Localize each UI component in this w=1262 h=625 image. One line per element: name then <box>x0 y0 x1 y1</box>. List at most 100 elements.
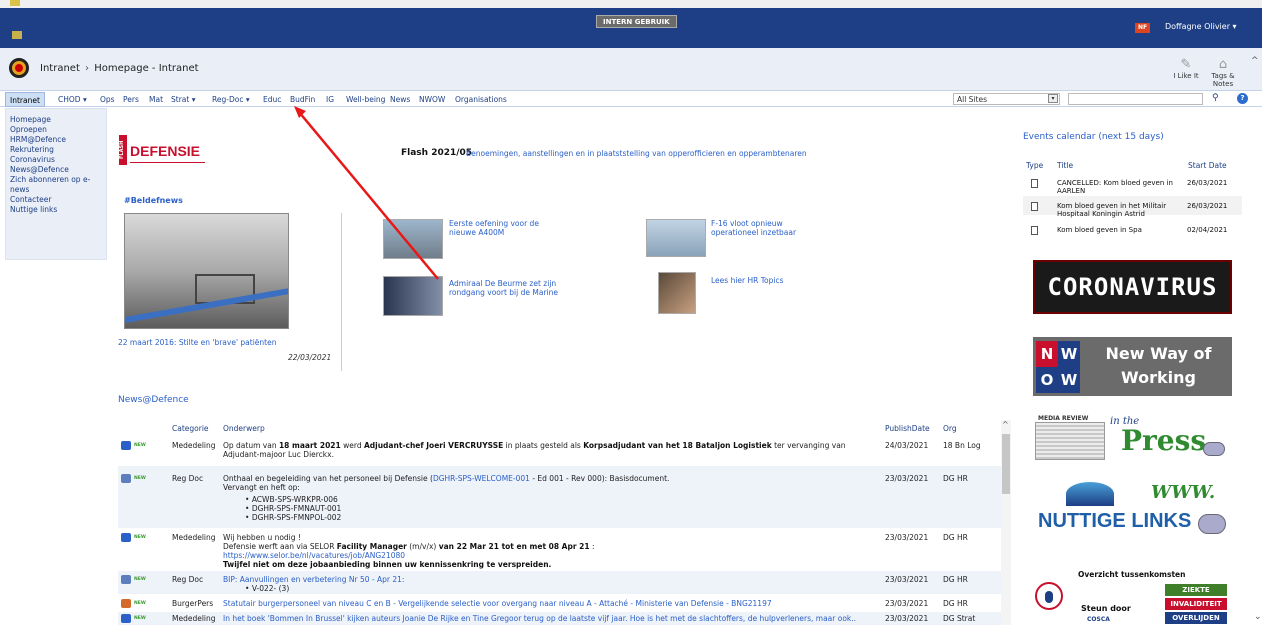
status-flag-icon <box>10 0 20 6</box>
i-like-it-button[interactable]: ✎ I Like It <box>1172 58 1200 81</box>
language-nf-icon[interactable]: NF <box>1135 23 1150 33</box>
tags-notes-button[interactable]: ⌂ Tags & Notes <box>1208 58 1238 89</box>
tab-budfin[interactable]: BudFin <box>290 95 315 104</box>
tab-ops[interactable]: Ops <box>100 95 115 104</box>
feature-news-image[interactable] <box>124 213 289 329</box>
user-menu[interactable]: Doffagne Olivier ▾ <box>1165 22 1237 31</box>
admiral-thumbnail[interactable] <box>383 276 443 316</box>
pill-ziekte[interactable]: ZIEKTE <box>1165 584 1227 596</box>
search-input[interactable] <box>1068 93 1203 105</box>
page-scroll-down-icon[interactable]: ⌄ <box>1254 612 1262 622</box>
breadcrumb-current: Homepage - Intranet <box>94 63 199 74</box>
row-subject[interactable]: Statutair burgerpersoneel van niveau C e… <box>223 599 873 608</box>
tab-ig[interactable]: IG <box>326 95 334 104</box>
quicklaunch-news[interactable]: News@Defence <box>10 165 102 175</box>
flash-link[interactable]: Benoemingen, aanstellingen en in plaatst… <box>466 149 807 158</box>
press-banner[interactable]: MEDIA REVIEW in the Press <box>1035 414 1231 464</box>
mouse-icon <box>1203 442 1225 456</box>
nwow-text: New Way of Working <box>1091 342 1226 390</box>
col-categorie[interactable]: Categorie <box>172 424 209 433</box>
subj-link[interactable]: BIP: Aanvullingen en verbetering Nr 50 -… <box>223 575 404 584</box>
tab-chod[interactable]: CHOD ▾ <box>58 95 87 104</box>
quick-launch: Homepage Oproepen HRM@Defence Rekruterin… <box>5 108 107 260</box>
row-org: DG HR <box>943 575 968 584</box>
quicklaunch-hrm[interactable]: HRM@Defence <box>10 135 102 145</box>
group-icon <box>121 599 131 608</box>
nwow-line-2: Working <box>1121 368 1196 387</box>
coronavirus-banner[interactable]: CORONAVIRUS <box>1033 260 1232 314</box>
event-title-1[interactable]: CANCELLED: Kom bloed geven in AARLEN <box>1057 179 1177 195</box>
col-onderwerp[interactable]: Onderwerp <box>223 424 265 433</box>
quicklaunch-contact[interactable]: Contacteer <box>10 195 102 205</box>
scroll-up-icon[interactable]: ^ <box>1002 420 1009 429</box>
col-publishdate[interactable]: PublishDate <box>885 424 930 433</box>
tab-strat[interactable]: Strat ▾ <box>171 95 195 104</box>
nuttige-links-banner[interactable]: WWW. NUTTIGE LINKS <box>1038 478 1230 540</box>
a400m-thumbnail[interactable] <box>383 219 443 259</box>
hr-topics-thumbnail[interactable] <box>658 272 696 314</box>
tab-pers[interactable]: Pers <box>123 95 139 104</box>
events-col-title[interactable]: Title <box>1057 161 1073 170</box>
subj-link[interactable]: https://www.selor.be/nl/vacatures/job/AN… <box>223 551 405 560</box>
subj-link[interactable]: Statutair burgerpersoneel van niveau C e… <box>223 599 772 608</box>
pill-overlijden[interactable]: OVERLIJDEN <box>1165 612 1227 624</box>
search-icon[interactable]: ⚲ <box>1212 93 1219 103</box>
f16-thumbnail[interactable] <box>646 219 706 257</box>
row-subject[interactable]: In het boek 'Bommen In Brussel' kijken a… <box>223 614 873 623</box>
breadcrumb-root[interactable]: Intranet <box>40 63 80 74</box>
feature-news-link[interactable]: 22 maart 2016: Stilte en 'brave' patiënt… <box>118 338 276 347</box>
quicklaunch-coronavirus[interactable]: Coronavirus <box>10 155 102 165</box>
search-scope-select[interactable]: All Sites <box>953 93 1060 105</box>
defence-emblem-icon[interactable] <box>9 58 29 78</box>
events-col-startdate[interactable]: Start Date <box>1188 161 1227 170</box>
pill-invaliditeit[interactable]: INVALIDITEIT <box>1165 598 1227 610</box>
media-review-label: MEDIA REVIEW <box>1038 415 1089 422</box>
scroll-thumb[interactable] <box>1002 434 1010 494</box>
row-date: 23/03/2021 <box>885 614 929 623</box>
tab-educ[interactable]: Educ <box>263 95 281 104</box>
quicklaunch-rekrutering[interactable]: Rekrutering <box>10 145 102 155</box>
teaser-admiral[interactable]: Admiraal De Beurme zet zijn rondgang voo… <box>449 279 558 297</box>
subj-text: (m/v/x) <box>406 542 439 551</box>
event-title-2[interactable]: Kom bloed geven in het Militair Hospitaa… <box>1057 202 1177 218</box>
tab-organisations[interactable]: Organisations <box>455 95 507 104</box>
mouse-icon <box>1198 514 1226 534</box>
cosca-label: COSCA <box>1087 616 1110 623</box>
row-subject[interactable]: Op datum van 18 maart 2021 werd Adjudant… <box>223 441 873 459</box>
page-scroll-up-icon[interactable]: ^ <box>1251 56 1259 66</box>
steun-door-label: Steun door <box>1081 604 1131 613</box>
teaser-a400m[interactable]: Eerste oefening voor de nieuwe A400M <box>449 219 539 237</box>
tab-news[interactable]: News <box>390 95 410 104</box>
nwow-logo: N W O W <box>1036 341 1080 393</box>
system-strip <box>0 0 1262 8</box>
site-actions-icon[interactable] <box>12 31 22 39</box>
quicklaunch-links[interactable]: Nuttige links <box>10 205 102 215</box>
chevron-down-icon[interactable]: ▾ <box>1048 94 1058 103</box>
event-title-3[interactable]: Kom bloed geven in Spa <box>1057 226 1177 234</box>
news-defence-title[interactable]: News@Defence <box>118 395 189 405</box>
tab-nwow[interactable]: NWOW <box>419 95 445 104</box>
subj-link[interactable]: DGHR-SPS-WELCOME-001 <box>433 474 530 483</box>
tab-mat[interactable]: Mat <box>149 95 163 104</box>
teaser-hr-topics[interactable]: Lees hier HR Topics <box>711 276 784 285</box>
globe-icon <box>1066 482 1114 506</box>
news-scrollbar[interactable]: ^ <box>1001 420 1011 625</box>
row-subject[interactable]: Onthaal en begeleiding van het personeel… <box>223 474 873 492</box>
row-subject[interactable]: BIP: Aanvullingen en verbetering Nr 50 -… <box>223 575 873 584</box>
help-icon[interactable]: ? <box>1237 93 1248 104</box>
teaser-f16[interactable]: F-16 vloot opnieuw operationeel inzetbaa… <box>711 219 796 237</box>
events-calendar-title[interactable]: Events calendar (next 15 days) <box>1023 132 1164 142</box>
beldefnews-heading: #Beldefnews <box>124 196 183 205</box>
overzicht-banner[interactable]: Overzicht tussenkomsten ZIEKTE INVALIDIT… <box>1031 570 1236 625</box>
tab-intranet[interactable]: Intranet <box>5 92 45 107</box>
quicklaunch-oproepen[interactable]: Oproepen <box>10 125 102 135</box>
subj-link[interactable]: In het boek 'Bommen In Brussel' kijken a… <box>223 614 856 623</box>
row-date: 23/03/2021 <box>885 575 929 584</box>
tab-reg-doc[interactable]: Reg-Doc ▾ <box>212 95 250 104</box>
quicklaunch-subscribe[interactable]: Zich abonneren op e-news <box>10 175 102 195</box>
col-org[interactable]: Org <box>943 424 957 433</box>
row-subject[interactable]: Wij hebben u nodig ! Defensie werft aan … <box>223 533 873 569</box>
events-col-type[interactable]: Type <box>1026 161 1043 170</box>
quicklaunch-homepage[interactable]: Homepage <box>10 115 102 125</box>
tab-well-being[interactable]: Well-being <box>346 95 385 104</box>
